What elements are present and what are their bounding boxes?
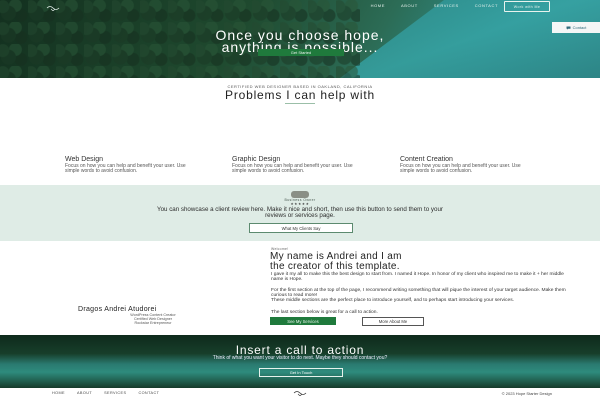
testimonial-quote: You can showcase a client review here. M… xyxy=(157,206,443,220)
service-title: Web Design xyxy=(65,156,104,163)
chat-bubble-icon xyxy=(566,26,571,30)
floating-contact-button[interactable]: Contact xyxy=(552,22,600,33)
call-to-action-section: Insert a call to action Think of what yo… xyxy=(0,335,600,388)
about-paragraph-3: These middle sections are the perfect pl… xyxy=(271,298,515,303)
service-web-design: Web Design Focus on how you can help and… xyxy=(65,156,195,174)
about-paragraph-1: I gave it my all to make this the best d… xyxy=(271,272,564,283)
footer-logo-icon[interactable] xyxy=(293,390,307,396)
see-services-button[interactable]: See My Services xyxy=(270,317,336,325)
copyright-text: © 2023 Hope Starter Design xyxy=(501,391,552,396)
more-about-me-button[interactable]: More About Me xyxy=(362,317,424,326)
about-paragraph-4: The last section below is great for a ca… xyxy=(271,310,378,315)
footer-nav-contact[interactable]: Contact xyxy=(138,391,159,395)
client-reviews-button[interactable]: What My Clients Say xyxy=(249,223,353,233)
nav-services[interactable]: Services xyxy=(434,3,459,8)
hero-banner: Home About Services Contact Work with Me… xyxy=(0,0,600,78)
get-in-touch-button[interactable]: Get In Touch xyxy=(259,368,343,377)
problems-title: Problems I can help with xyxy=(225,88,375,102)
footer-nav: Home About Services Contact xyxy=(52,391,159,395)
nav-home[interactable]: Home xyxy=(371,3,385,8)
site-footer: Home About Services Contact © 2023 Hope … xyxy=(0,388,600,400)
reviewer-avatar xyxy=(291,191,309,198)
about-heading-line2: the creator of this template. xyxy=(270,260,400,272)
service-text: Focus on how you can help and benefit yo… xyxy=(232,163,353,175)
footer-nav-services[interactable]: Services xyxy=(104,391,126,395)
footer-nav-about[interactable]: About xyxy=(77,391,92,395)
about-heading: My name is Andrei and I am the creator o… xyxy=(270,252,570,272)
author-name: Dragos Andrei Atudorei xyxy=(78,306,157,313)
cta-subtitle: Think of what you want your visitor to d… xyxy=(212,355,388,361)
logo-icon[interactable] xyxy=(46,5,60,11)
about-paragraph-2: For the first section at the top of the … xyxy=(271,288,566,299)
service-title: Content Creation xyxy=(400,156,453,163)
get-started-button[interactable]: Get Started xyxy=(258,49,344,56)
floating-contact-label: Contact xyxy=(572,25,587,30)
author-role: Rockstar Entrepreneur xyxy=(134,321,172,326)
author-roles: WordPress Content Creator Certified Web … xyxy=(78,313,228,325)
main-nav: Home About Services Contact xyxy=(371,3,498,8)
service-text: Focus on how you can help and benefit yo… xyxy=(400,163,521,175)
service-graphic-design: Graphic Design Focus on how you can help… xyxy=(232,156,362,174)
nav-contact[interactable]: Contact xyxy=(475,3,498,8)
title-divider xyxy=(285,103,315,104)
footer-nav-home[interactable]: Home xyxy=(52,391,65,395)
service-text: Focus on how you can help and benefit yo… xyxy=(65,163,186,175)
service-title: Graphic Design xyxy=(232,156,281,163)
nav-about[interactable]: About xyxy=(401,3,418,8)
header-contact-button[interactable]: Work with Me xyxy=(504,1,550,12)
service-content-creation: Content Creation Focus on how you can he… xyxy=(400,156,530,174)
